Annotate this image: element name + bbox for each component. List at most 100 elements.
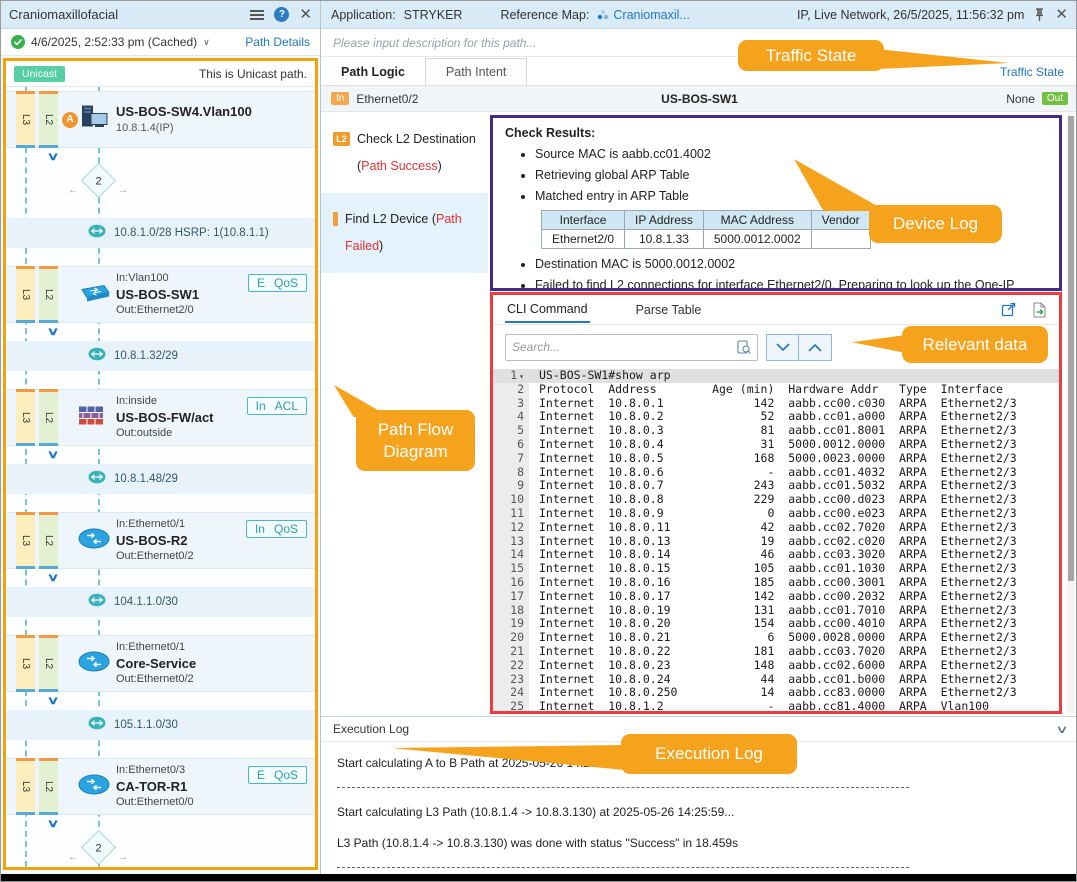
expand-diamond[interactable]: 2 xyxy=(81,163,116,198)
arp-table-cell: 5000.0012.0002 xyxy=(703,230,811,249)
arp-table-row: Ethernet2/010.8.1.335000.0012.0002 xyxy=(542,230,871,249)
search-icon[interactable] xyxy=(737,340,751,354)
cli-output[interactable]: 1▾US-BOS-SW1#show arp2Protocol Address A… xyxy=(493,369,1059,711)
cli-line: 18Internet 10.8.0.19 131 aabb.cc01.7010 … xyxy=(493,604,1059,618)
hop-device-name: US-BOS-SW1 xyxy=(661,92,738,106)
check-title: Find L2 Device ( xyxy=(345,212,436,226)
open-external-icon[interactable] xyxy=(1001,302,1016,317)
panel-titlebar: Craniomaxillofacial ? ✕ xyxy=(1,1,320,29)
cli-line-text: Internet 10.8.0.7 243 aabb.cc01.5032 ARP… xyxy=(529,479,1017,493)
description-placeholder: Please input description for this path..… xyxy=(333,36,536,50)
l3-tab-label: L3 xyxy=(20,114,31,125)
policy-badge[interactable]: EQoS xyxy=(248,274,307,292)
cli-line: 7Internet 10.8.0.5 168 5000.0023.0000 AR… xyxy=(493,452,1059,466)
l3-tab[interactable]: L3 xyxy=(16,266,35,323)
out-interface-label: Out:outside xyxy=(116,426,214,441)
tab-parse-table[interactable]: Parse Table xyxy=(634,297,704,322)
search-input[interactable] xyxy=(512,340,737,354)
path-device-row[interactable]: L3L2∨AUS-BOS-SW4.Vlan10010.8.1.4(IP) xyxy=(6,91,315,148)
chevron-down-icon[interactable]: ∨ xyxy=(47,694,60,707)
tab-cli-command[interactable]: CLI Command xyxy=(505,296,590,323)
chevron-down-icon[interactable]: ∨ xyxy=(47,817,60,830)
l2-tab[interactable]: L2 xyxy=(39,758,58,815)
vertical-scrollbar[interactable] xyxy=(1067,113,1075,713)
traffic-state-link[interactable]: Traffic State xyxy=(1000,65,1064,79)
tab-path-intent[interactable]: Path Intent xyxy=(425,58,527,85)
collapse-chevron-icon[interactable]: ∨ xyxy=(1055,723,1069,736)
scrollbar-thumb[interactable] xyxy=(1068,116,1074,581)
chevron-down-icon[interactable]: ∨ xyxy=(47,325,60,338)
expand-diamond[interactable]: 2 xyxy=(81,830,116,865)
path-media-row[interactable]: 105.1.1.0/30 xyxy=(6,710,315,740)
router-icon xyxy=(78,650,110,677)
l2-tab[interactable]: L2 xyxy=(39,512,58,569)
path-device-row[interactable]: L3L2∨In:Ethernet0/3CA-TOR-R1Out:Ethernet… xyxy=(6,758,315,815)
pin-icon[interactable] xyxy=(1034,8,1045,22)
path-details-link[interactable]: Path Details xyxy=(245,35,310,49)
policy-badge[interactable]: InACL xyxy=(247,397,307,415)
check-list-item[interactable]: L2Check L2 Destination (Path Success) xyxy=(321,113,488,193)
tab-path-logic[interactable]: Path Logic xyxy=(321,59,425,85)
cli-line-text: Internet 10.8.0.23 148 aabb.cc02.6000 AR… xyxy=(529,659,1017,673)
path-device-row[interactable]: L3L2∨In:Ethernet0/1US-BOS-R2Out:Ethernet… xyxy=(6,512,315,569)
l2-tab[interactable]: L2 xyxy=(39,389,58,446)
layer-tabs: L3L2∨ xyxy=(16,758,58,815)
chevron-down-icon[interactable]: ∨ xyxy=(203,37,210,48)
cli-line-number: 2 xyxy=(493,383,529,397)
media-label: 10.8.1.48/29 xyxy=(114,473,178,485)
path-timestamp[interactable]: 4/6/2025, 2:52:33 pm (Cached) xyxy=(31,35,197,49)
l3-tab[interactable]: L3 xyxy=(16,91,35,148)
cli-line-text: Internet 10.8.0.2 52 aabb.cc01.a000 ARPA… xyxy=(529,410,1017,424)
path-media-row[interactable]: 10.8.1.32/29 xyxy=(6,341,315,371)
chevron-down-icon[interactable]: ∨ xyxy=(47,571,60,584)
l2-badge: L2 xyxy=(333,132,350,146)
path-device-row[interactable]: L3L2∨In:Vlan100US-BOS-SW1Out:Ethernet2/0… xyxy=(6,266,315,323)
fold-arrow-icon[interactable]: ▾ xyxy=(519,372,524,381)
search-box[interactable] xyxy=(505,334,758,361)
hop-header: In Ethernet0/2 US-BOS-SW1 None Out xyxy=(321,86,1077,112)
unicast-row: Unicast This is Unicast path. xyxy=(6,61,315,87)
check-list-item[interactable]: Find L2 Device (Path Failed) xyxy=(321,193,488,273)
description-row[interactable]: Please input description for this path..… xyxy=(321,29,1077,57)
path-state-row: 4/6/2025, 2:52:33 pm (Cached) ∨ Path Det… xyxy=(1,29,320,56)
l2-tab-label: L2 xyxy=(43,535,54,546)
menu-icon[interactable] xyxy=(250,10,264,20)
path-media-row[interactable]: 10.8.1.0/28 HSRP: 1(10.8.1.1) xyxy=(6,218,315,248)
reference-map-link[interactable]: Craniomaxil... xyxy=(597,8,689,22)
policy-badge[interactable]: EQoS xyxy=(248,766,307,784)
l2-tab[interactable]: L2 xyxy=(39,635,58,692)
out-badge: Out xyxy=(1042,92,1068,105)
find-next-button[interactable] xyxy=(766,334,799,361)
policy-badge[interactable]: InQoS xyxy=(246,520,307,538)
path-media-row[interactable]: 104.1.1.0/30 xyxy=(6,587,315,617)
callout-traffic-state: Traffic State xyxy=(738,40,884,71)
l2-tab[interactable]: L2 xyxy=(39,266,58,323)
cli-line-text: Internet 10.8.0.1 142 aabb.cc00.c030 ARP… xyxy=(529,397,1017,411)
l2-tab[interactable]: L2 xyxy=(39,91,58,148)
cli-line-number: 1▾ xyxy=(493,369,529,383)
cli-line-number: 16 xyxy=(493,576,529,590)
help-icon[interactable]: ? xyxy=(274,7,289,22)
chevron-down-icon[interactable]: ∨ xyxy=(47,150,60,163)
log-separator xyxy=(337,787,909,788)
l3-tab[interactable]: L3 xyxy=(16,635,35,692)
path-media-row[interactable]: 10.8.1.48/29 xyxy=(6,464,315,494)
cli-line-number: 4 xyxy=(493,410,529,424)
close-icon[interactable]: ✕ xyxy=(299,7,312,22)
close-icon[interactable]: ✕ xyxy=(1055,7,1068,22)
l3-tab[interactable]: L3 xyxy=(16,758,35,815)
cli-line: 25Internet 10.8.1.2 - aabb.cc81.4000 ARP… xyxy=(493,700,1059,711)
l3-tab[interactable]: L3 xyxy=(16,389,35,446)
cli-line: 23Internet 10.8.0.24 44 aabb.cc01.b000 A… xyxy=(493,673,1059,687)
path-device-row[interactable]: L3L2∨In:insideUS-BOS-FW/actOut:outsideIn… xyxy=(6,389,315,446)
path-device-row[interactable]: L3L2∨In:Ethernet0/1Core-ServiceOut:Ether… xyxy=(6,635,315,692)
path-expander-row: 2←→ xyxy=(6,833,315,867)
cli-line-text: Internet 10.8.0.250 14 aabb.cc83.0000 AR… xyxy=(529,686,1017,700)
policy-badge-left: In xyxy=(255,522,265,536)
l3-tab[interactable]: L3 xyxy=(16,512,35,569)
check-item-text: Find L2 Device (Path Failed) xyxy=(345,206,480,260)
chevron-down-icon[interactable]: ∨ xyxy=(47,448,60,461)
panel-title: Craniomaxillofacial xyxy=(9,7,118,22)
find-previous-button[interactable] xyxy=(799,334,832,361)
export-icon[interactable] xyxy=(1032,302,1047,318)
